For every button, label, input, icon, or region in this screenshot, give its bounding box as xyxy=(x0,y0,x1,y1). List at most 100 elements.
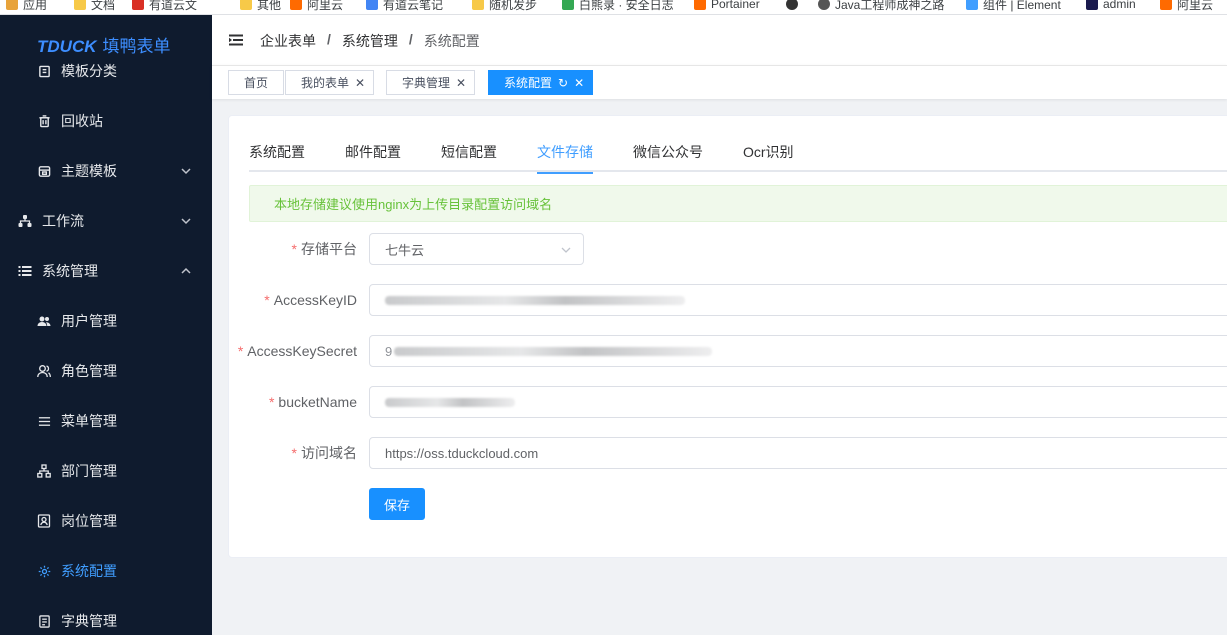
sidebar-item-template-category[interactable]: 模板分类 xyxy=(0,46,212,96)
sidebar-item-workflow[interactable]: 工作流 xyxy=(0,196,212,246)
theme-icon xyxy=(37,164,51,178)
sidebar-item-theme-template[interactable]: 主题模板 xyxy=(0,146,212,196)
tag-home[interactable]: 首页 xyxy=(228,70,285,95)
bookmark-element[interactable]: 组件 | Element xyxy=(966,0,1061,14)
config-tabs: 系统配置 邮件配置 短信配置 文件存储 微信公众号 Ocr识别 xyxy=(249,138,1227,174)
tab-wechat[interactable]: 微信公众号 xyxy=(633,138,703,172)
bookmarks-bar: 应用 文档 有道云文 其他 阿里云 有道云笔记 随机发步 白熊录 · 安全日志 … xyxy=(0,0,1227,15)
chevron-down-icon xyxy=(180,214,192,226)
bookmark-aliyun-2[interactable]: 阿里云 xyxy=(1160,0,1213,14)
close-icon[interactable]: ✕ xyxy=(355,76,365,90)
platform-label: * 存储平台 xyxy=(291,241,357,257)
navbar: 企业表单 / 系统管理 / 系统配置 xyxy=(212,15,1227,65)
tag-my-forms[interactable]: 我的表单 ✕ xyxy=(285,70,375,95)
bucket-name-label: * bucketName xyxy=(268,394,357,410)
list-icon xyxy=(18,264,32,278)
breadcrumb-separator: / xyxy=(327,31,331,47)
sidebar-item-department-management[interactable]: 部门管理 xyxy=(0,446,212,496)
access-key-secret-label: * AccessKeySecret xyxy=(237,343,357,359)
folder-icon xyxy=(74,0,86,10)
sidebar-item-post-management[interactable]: 岗位管理 xyxy=(0,496,212,546)
workflow-icon xyxy=(18,214,32,228)
close-icon[interactable]: ✕ xyxy=(574,76,584,90)
folder-icon xyxy=(240,0,252,10)
save-button[interactable]: 保存 xyxy=(369,488,425,520)
redacted-value xyxy=(385,295,685,305)
bookmark-youdao-note[interactable]: 有道云笔记 xyxy=(366,0,443,14)
menu-icon xyxy=(37,414,51,428)
refresh-icon[interactable]: ↻ xyxy=(558,76,568,90)
portainer-icon xyxy=(694,0,706,10)
sidebar-item-menu-management[interactable]: 菜单管理 xyxy=(0,396,212,446)
domain-input[interactable]: https://oss.tduckcloud.com xyxy=(369,437,1227,469)
form-row-domain: * 访问域名 https://oss.tduckcloud.com xyxy=(229,437,1227,469)
bookmark-apps[interactable]: 应用 xyxy=(6,0,47,14)
sidebar: TDUCK 填鸭表单 模板分类 回收站 主题模板 工作流 系统管理 用户管理 角色… xyxy=(0,15,212,635)
role-icon xyxy=(37,364,51,378)
department-icon xyxy=(37,464,51,478)
tab-system-config[interactable]: 系统配置 xyxy=(249,138,305,172)
youdao-icon xyxy=(132,0,144,10)
redacted-value xyxy=(385,397,515,407)
bookmark-other[interactable]: 其他 xyxy=(240,0,281,14)
breadcrumb-separator: / xyxy=(408,31,413,47)
post-icon xyxy=(37,514,51,528)
tab-sms-config[interactable]: 短信配置 xyxy=(441,138,497,172)
bookmark-security-log[interactable]: 白熊录 · 安全日志 xyxy=(562,0,674,14)
sidebar-item-recycle-bin[interactable]: 回收站 xyxy=(0,96,212,146)
chevron-down-icon xyxy=(180,164,192,176)
bookmark-youdao[interactable]: 有道云文 xyxy=(132,0,197,14)
bookmark-java[interactable]: Java工程师成神之路 xyxy=(818,0,944,14)
form-row-access-key-secret: * AccessKeySecret 9 xyxy=(229,335,1227,367)
bookmark-admin[interactable]: admin xyxy=(1086,0,1136,14)
sidebar-item-role-management[interactable]: 角色管理 xyxy=(0,346,212,396)
apps-icon xyxy=(6,0,18,10)
tab-mail-config[interactable]: 邮件配置 xyxy=(345,138,401,172)
bucket-name-input[interactable] xyxy=(369,386,1227,418)
user-group-icon xyxy=(37,314,51,328)
tag-system-config[interactable]: 系统配置 ↻ ✕ xyxy=(488,70,594,95)
tab-ocr[interactable]: Ocr识别 xyxy=(743,138,794,172)
bookmark-random[interactable]: 随机发步 xyxy=(472,0,537,14)
close-icon[interactable]: ✕ xyxy=(456,76,466,90)
chevron-down-icon xyxy=(560,244,572,256)
note-icon xyxy=(366,0,378,10)
bookmark-aliyun[interactable]: 阿里云 xyxy=(290,0,343,14)
breadcrumb-current: 系统配置 xyxy=(423,33,480,49)
aliyun-icon xyxy=(290,0,302,10)
bookmark-github[interactable] xyxy=(786,0,803,14)
access-key-id-label: * AccessKeyID xyxy=(264,292,357,308)
bear-icon xyxy=(562,0,574,10)
bookmark-portainer[interactable]: Portainer xyxy=(694,0,760,14)
tab-file-storage[interactable]: 文件存储 xyxy=(537,138,593,174)
config-card: 系统配置 邮件配置 短信配置 文件存储 微信公众号 Ocr识别 本地存储建议使用… xyxy=(228,115,1227,558)
sidebar-item-system-management[interactable]: 系统管理 xyxy=(0,246,212,296)
breadcrumb-item[interactable]: 系统管理 xyxy=(342,31,398,51)
folder-icon xyxy=(472,0,484,10)
tags-view: 首页 我的表单 ✕ 字典管理 ✕ 系统配置 ↻ ✕ xyxy=(212,65,1227,99)
aliyun-icon xyxy=(1160,0,1172,10)
bookmark-docs[interactable]: 文档 xyxy=(74,0,115,14)
github-icon xyxy=(786,0,798,10)
access-key-secret-input[interactable]: 9 xyxy=(369,335,1227,367)
sidebar-item-dictionary-management[interactable]: 字典管理 xyxy=(0,596,212,635)
element-icon xyxy=(966,0,978,10)
chevron-up-icon xyxy=(180,264,192,276)
settings-icon xyxy=(37,564,51,578)
access-key-id-input[interactable] xyxy=(369,284,1227,316)
sidebar-item-user-management[interactable]: 用户管理 xyxy=(0,296,212,346)
form-row-platform: * 存储平台 七牛云 xyxy=(229,233,1227,265)
trash-icon xyxy=(37,114,51,128)
sidebar-item-system-config[interactable]: 系统配置 xyxy=(0,546,212,596)
storage-tip-alert: 本地存储建议使用nginx为上传目录配置访问域名 xyxy=(249,185,1227,222)
globe-icon xyxy=(818,0,830,10)
platform-select[interactable]: 七牛云 xyxy=(369,233,584,265)
hamburger-icon[interactable] xyxy=(229,33,243,47)
redacted-value xyxy=(394,346,713,356)
breadcrumb-item[interactable]: 企业表单 xyxy=(260,31,316,51)
dictionary-icon xyxy=(37,614,51,628)
form-row-access-key-id: * AccessKeyID xyxy=(229,284,1227,316)
tag-dictionary[interactable]: 字典管理 ✕ xyxy=(386,70,476,95)
domain-label: * 访问域名 xyxy=(291,445,357,461)
breadcrumb: 企业表单 / 系统管理 / 系统配置 xyxy=(260,31,480,51)
